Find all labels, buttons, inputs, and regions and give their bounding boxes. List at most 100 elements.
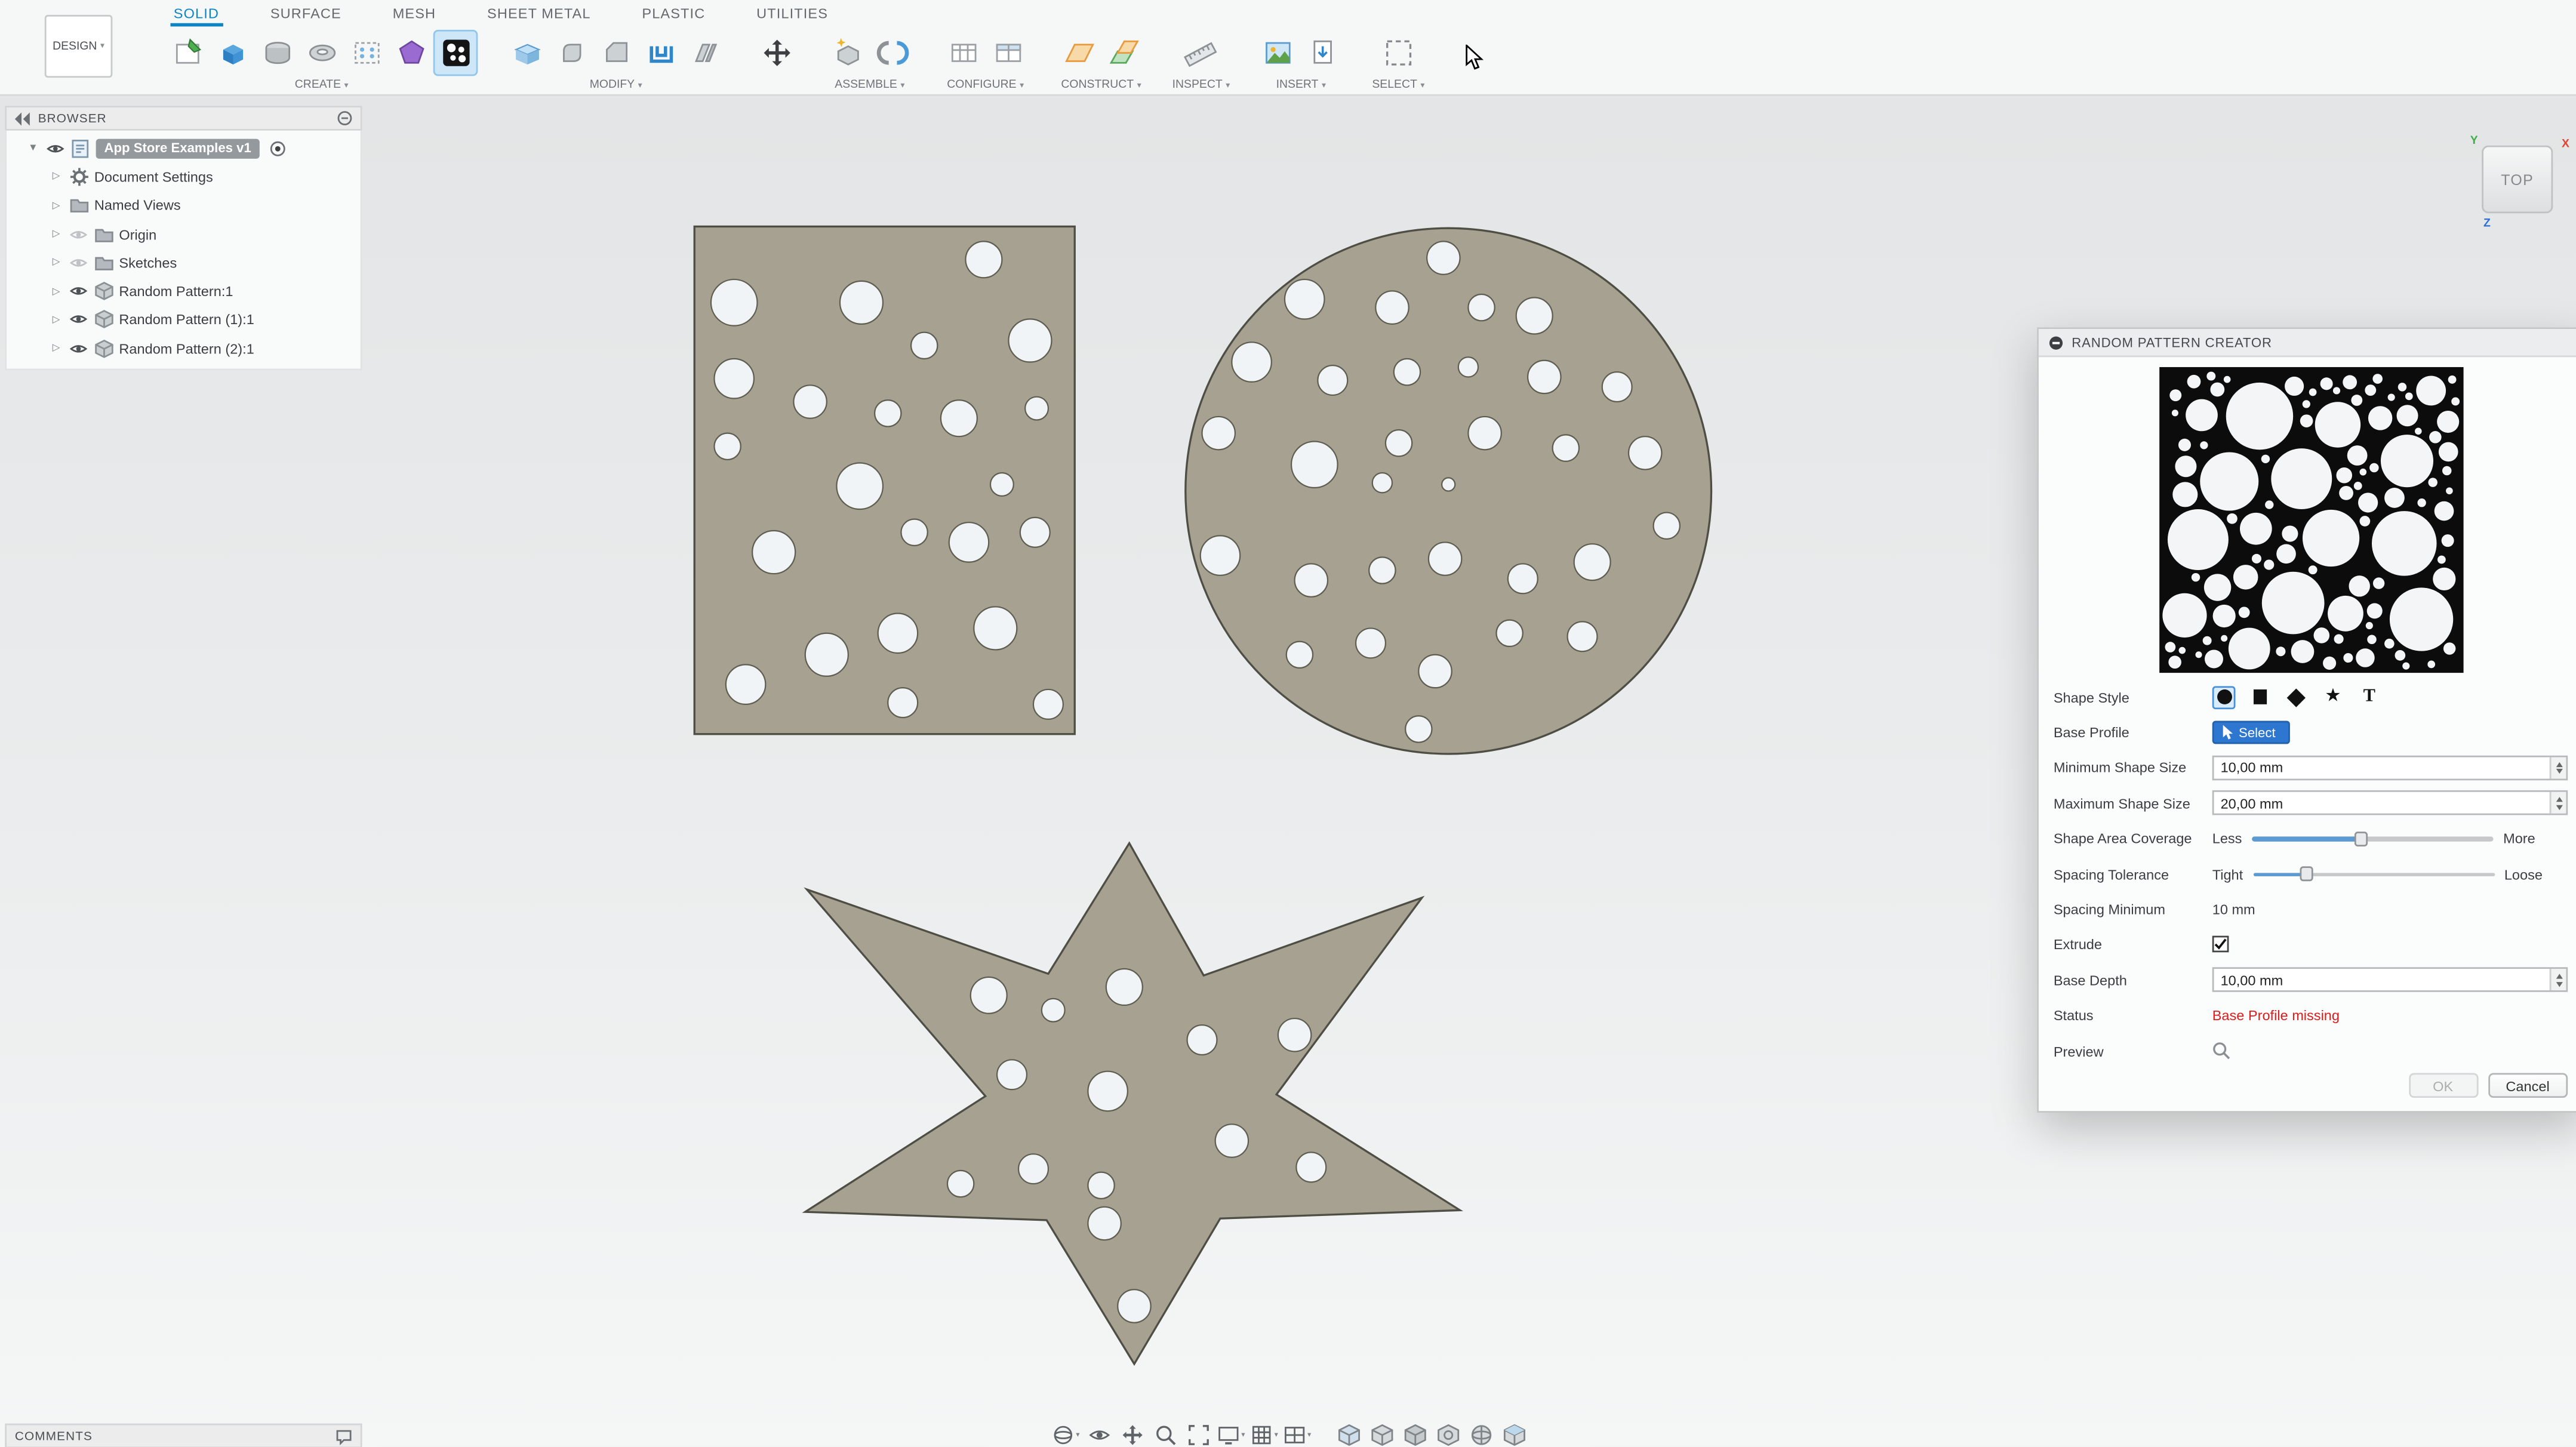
shape-area-coverage-slider[interactable] [2252,830,2493,847]
viewcube-top-face[interactable]: TOP [2482,146,2553,214]
ok-button[interactable]: OK [2408,1073,2477,1098]
visibility-eye-icon[interactable] [69,285,87,298]
document-active-radio-icon[interactable] [269,140,286,156]
insert-canvas-icon[interactable] [1257,30,1301,76]
tab-solid[interactable]: SOLID [170,0,222,26]
shape-style-star-option[interactable]: ★ [2322,686,2345,709]
torus-icon[interactable] [299,30,344,76]
base-depth-input[interactable] [2212,968,2568,993]
tree-item-label[interactable]: Random Pattern:1 [119,283,233,300]
tab-surface[interactable]: SURFACE [267,0,344,26]
pan-icon[interactable] [1118,1420,1146,1447]
maximum-shape-size-input[interactable] [2212,791,2568,816]
slider-thumb[interactable] [2300,867,2313,882]
new-component-icon[interactable] [825,30,870,76]
visibility-eye-off-icon[interactable] [69,256,87,269]
shell-icon[interactable] [638,30,683,76]
tab-utilities[interactable]: UTILITIES [753,0,832,26]
extrude-icon[interactable] [210,30,255,76]
expand-arrow-icon[interactable]: ▷ [47,228,66,239]
measure-icon[interactable] [1179,30,1224,76]
joint-icon[interactable] [870,30,915,76]
base-depth-spinner[interactable] [2550,969,2566,991]
tree-item-label[interactable]: Random Pattern (1):1 [119,312,254,328]
spacing-tolerance-slider[interactable] [2253,866,2494,882]
select-menu[interactable]: SELECT▾ [1372,79,1424,91]
expand-arrow-icon[interactable]: ▷ [47,343,66,354]
tree-item-label[interactable]: Sketches [119,254,177,271]
expand-arrow-icon[interactable]: ▷ [47,285,66,297]
extrude-checkbox[interactable] [2212,937,2229,953]
insert-menu[interactable]: INSERT▾ [1276,79,1326,91]
create-menu[interactable]: CREATE▾ [295,79,349,91]
tree-item-label[interactable]: Random Pattern (2):1 [119,340,254,357]
form-icon[interactable] [389,30,433,76]
grid-snap-icon[interactable]: ▾ [1250,1420,1278,1447]
modify-menu[interactable]: MODIFY▾ [590,79,642,91]
expand-arrow-icon[interactable]: ▷ [47,257,66,268]
shape-style-diamond-option[interactable] [2285,686,2309,709]
configuration-table-icon[interactable] [941,30,986,76]
inspect-menu[interactable]: INSPECT▾ [1172,79,1230,91]
expand-arrow-icon[interactable]: ▷ [47,171,66,182]
maximum-shape-size-spinner[interactable] [2550,793,2566,814]
active-document-name[interactable]: App Store Examples v1 [96,138,260,158]
random-pattern-icon[interactable] [433,30,478,76]
visibility-eye-icon[interactable] [69,313,87,327]
pattern-icon[interactable] [344,30,389,76]
shape-style-text-option[interactable]: T [2358,686,2381,709]
tab-plastic[interactable]: PLASTIC [639,0,709,26]
expand-arrow-icon[interactable]: ▷ [47,199,66,211]
viewcube[interactable]: TOP Y X Z [2470,137,2566,227]
visibility-eye-off-icon[interactable] [69,227,87,241]
base-profile-select-button[interactable]: Select [2212,721,2291,744]
slider-thumb[interactable] [2354,831,2367,846]
construct-menu[interactable]: CONSTRUCT▾ [1061,79,1141,91]
shape-style-square-option[interactable] [2249,686,2272,709]
configure-menu[interactable]: CONFIGURE▾ [947,79,1024,91]
create-sketch-icon[interactable] [165,30,210,76]
offset-plane-icon[interactable] [1101,30,1146,76]
view-preset-icon[interactable] [1401,1420,1429,1447]
view-preset-icon[interactable] [1467,1420,1495,1447]
configure-features-icon[interactable] [986,30,1030,76]
magnifier-icon[interactable] [2212,1042,2230,1060]
tab-mesh[interactable]: MESH [389,0,439,26]
visibility-eye-icon[interactable] [47,141,64,155]
press-pull-icon[interactable] [504,30,549,76]
view-preset-icon[interactable] [1367,1420,1395,1447]
chamfer-icon[interactable] [593,30,638,76]
construction-plane-icon[interactable] [1057,30,1101,76]
browser-header[interactable]: BROWSER [5,106,362,131]
revolve-icon[interactable] [255,30,300,76]
move-copy-icon[interactable] [754,30,799,76]
add-comment-icon[interactable] [336,1428,352,1445]
comments-header[interactable]: COMMENTS [5,1424,362,1447]
collapse-panel-icon[interactable] [15,112,32,125]
view-preset-icon[interactable] [1334,1420,1362,1447]
tree-item-label[interactable]: Named Views [94,197,181,214]
dialog-header[interactable]: RANDOM PATTERN CREATOR [2039,329,2576,357]
fit-view-icon[interactable] [1184,1420,1212,1447]
display-settings-icon[interactable]: ▾ [1217,1420,1245,1447]
assemble-menu[interactable]: ASSEMBLE▾ [835,79,904,91]
tree-item-label[interactable]: Document Settings [94,168,213,185]
view-preset-icon[interactable] [1433,1420,1461,1447]
minimum-shape-size-input[interactable] [2212,756,2568,781]
dialog-handle-icon[interactable] [2049,335,2064,350]
tab-sheet-metal[interactable]: SHEET METAL [484,0,594,26]
insert-derive-icon[interactable] [1301,30,1346,76]
draft-icon[interactable] [683,30,728,76]
minimum-shape-size-spinner[interactable] [2550,757,2566,778]
visibility-eye-icon[interactable] [69,342,87,355]
look-at-icon[interactable] [1085,1420,1113,1447]
orbit-icon[interactable]: ▾ [1051,1420,1079,1447]
panel-options-icon[interactable] [337,111,352,126]
cancel-button[interactable]: Cancel [2488,1073,2568,1098]
select-icon[interactable] [1376,30,1421,76]
tree-item-label[interactable]: Origin [119,226,156,242]
shape-style-circle-option[interactable] [2212,686,2236,709]
zoom-icon[interactable] [1151,1420,1179,1447]
design-menu-button[interactable]: DESIGN▾ [45,15,113,78]
expand-arrow-icon[interactable]: ▷ [47,314,66,325]
